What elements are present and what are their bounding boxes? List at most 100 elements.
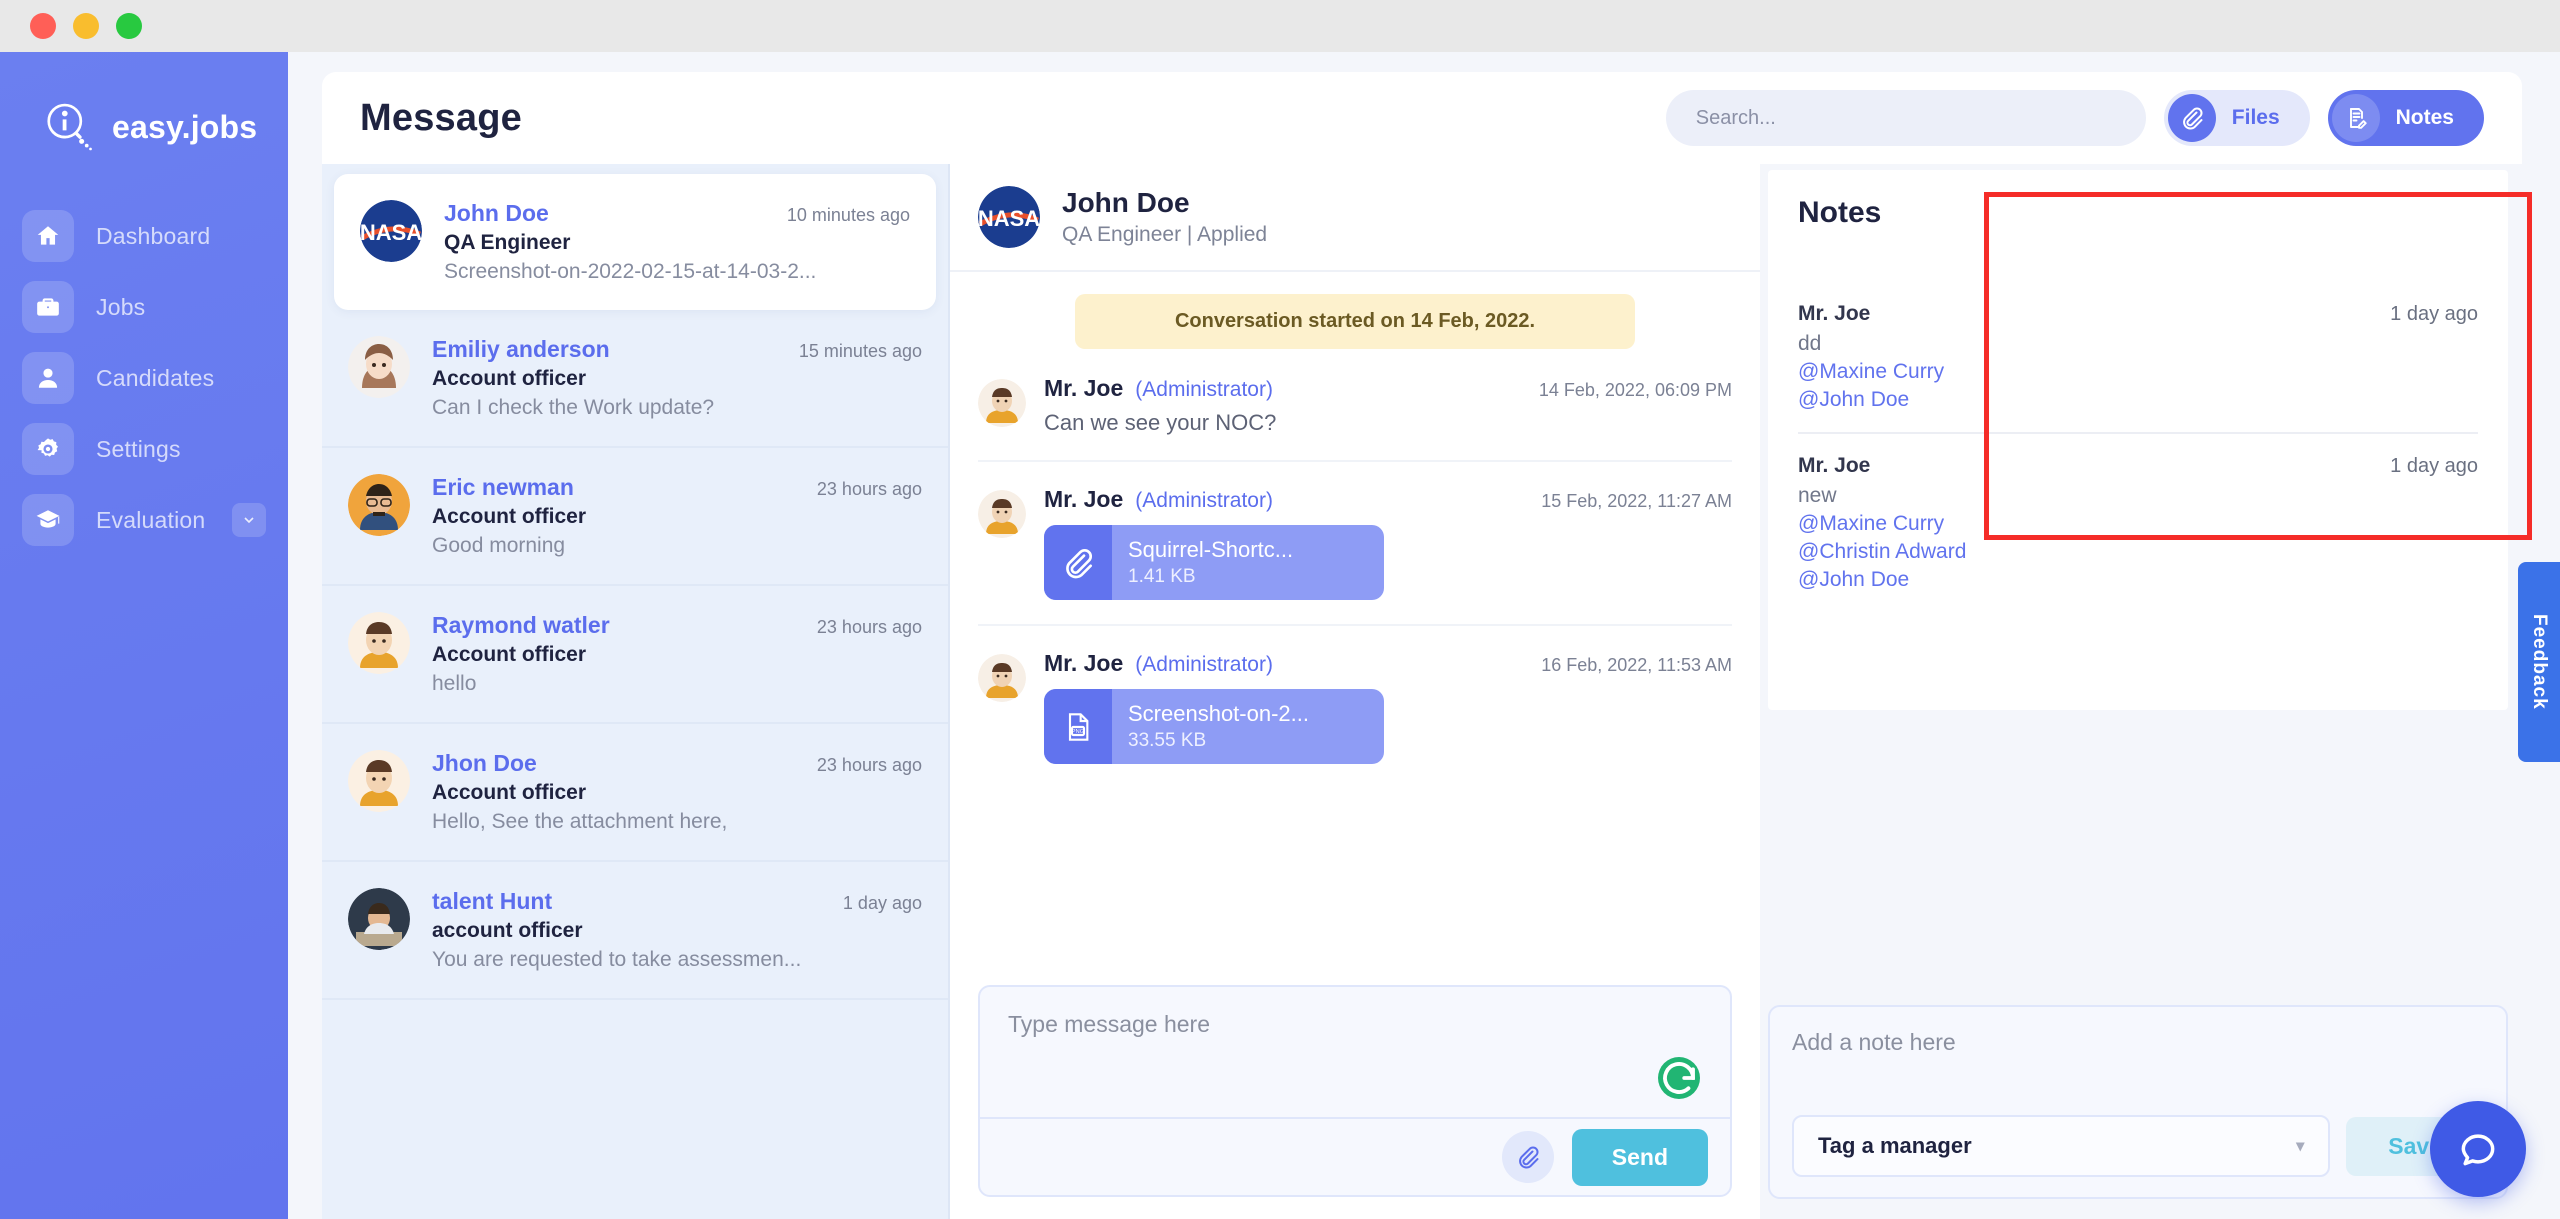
- sidebar-item-settings[interactable]: Settings: [0, 421, 288, 477]
- conversation-name: Emiliy anderson: [432, 336, 610, 362]
- conversation-item[interactable]: NASA John Doe 10 minutes ago QA Engineer…: [334, 174, 936, 310]
- avatar: NASA: [978, 186, 1040, 248]
- files-button[interactable]: Files: [2163, 90, 2310, 146]
- message-time: 14 Feb, 2022, 06:09 PM: [1538, 380, 1732, 400]
- message-top: Mr. Joe (Administrator) 15 Feb, 2022, 11…: [1044, 486, 1732, 513]
- messages-layout: NASA John Doe 10 minutes ago QA Engineer…: [322, 164, 2522, 1219]
- note-author: Mr. Joe: [1798, 454, 1871, 477]
- conversation-time: 23 hours ago: [816, 617, 922, 637]
- message-text: Can we see your NOC?: [1044, 410, 1277, 435]
- note-mention[interactable]: @John Doe: [1798, 568, 2478, 592]
- message-input[interactable]: Type message here: [980, 987, 1730, 1117]
- note-top: Mr. Joe 1 day ago: [1798, 302, 2478, 326]
- conversation-name: Jhon Doe: [432, 750, 537, 776]
- attachment-card[interactable]: Squirrel-Shortc... 1.41 KB: [1044, 525, 1384, 600]
- message-time: 16 Feb, 2022, 11:53 AM: [1541, 655, 1732, 675]
- search-input[interactable]: Search...: [1665, 90, 2146, 146]
- sidebar-item-label: Jobs: [96, 293, 146, 320]
- conversation-name: John Doe: [444, 200, 549, 226]
- conversation-body: John Doe 10 minutes ago QA Engineer Scre…: [444, 200, 910, 284]
- message-item: Mr. Joe (Administrator) 14 Feb, 2022, 06…: [978, 375, 1732, 462]
- app-window: easy.jobs Dashboard Jobs Candidates Sett…: [0, 0, 2560, 1219]
- conversation-item[interactable]: Raymond watler 23 hours ago Account offi…: [322, 586, 948, 724]
- paperclip-icon: [1044, 525, 1112, 600]
- note-mention[interactable]: @John Doe: [1798, 388, 2478, 412]
- conversation-role: account officer: [432, 919, 583, 942]
- conversation-item[interactable]: Jhon Doe 23 hours ago Account officer He…: [322, 724, 948, 862]
- gear-icon: [22, 423, 74, 475]
- conversation-role: Account officer: [432, 505, 587, 528]
- message-list: Conversation started on 14 Feb, 2022. Mr…: [950, 272, 1760, 985]
- conversation-top: Raymond watler 23 hours ago: [432, 612, 922, 639]
- message-body: Mr. Joe (Administrator) 14 Feb, 2022, 06…: [1044, 375, 1732, 436]
- avatar: [978, 490, 1026, 538]
- note-time: 1 day ago: [2390, 455, 2478, 477]
- tag-manager-select[interactable]: Tag a manager ▾: [1792, 1115, 2331, 1177]
- message-composer: Type message here Send: [978, 985, 1732, 1197]
- conversation-body: Emiliy anderson 15 minutes ago Account o…: [432, 336, 922, 420]
- conversation-time: 23 hours ago: [816, 755, 922, 775]
- graduation-cap-icon: [22, 494, 74, 546]
- conversation-body: Eric newman 23 hours ago Account officer…: [432, 474, 922, 558]
- note-mention[interactable]: @Christin Adward: [1798, 540, 2478, 564]
- conversation-top: Jhon Doe 23 hours ago: [432, 750, 922, 777]
- note-author: Mr. Joe: [1798, 302, 1871, 325]
- notes-label: Notes: [2395, 106, 2454, 129]
- note-input[interactable]: Add a note here: [1792, 1029, 2484, 1056]
- sidebar-item-evaluation[interactable]: Evaluation: [0, 492, 288, 548]
- message-author: Mr. Joe: [1044, 486, 1124, 512]
- conversation-top: talent Hunt 1 day ago: [432, 888, 922, 915]
- conversation-item[interactable]: Emiliy anderson 15 minutes ago Account o…: [322, 310, 948, 448]
- conversation-top: Eric newman 23 hours ago: [432, 474, 922, 501]
- sidebar-nav: Dashboard Jobs Candidates Settings Evalu…: [0, 208, 288, 548]
- conversation-name: talent Hunt: [432, 888, 553, 914]
- attach-file-button[interactable]: [1501, 1131, 1554, 1183]
- message-role: (Administrator): [1135, 378, 1273, 401]
- conversation-list[interactable]: NASA John Doe 10 minutes ago QA Engineer…: [322, 164, 950, 1219]
- note-mention[interactable]: @Maxine Curry: [1798, 360, 2478, 384]
- message-role: (Administrator): [1135, 653, 1273, 676]
- minimize-window-button[interactable]: [73, 13, 99, 39]
- send-button[interactable]: Send: [1571, 1128, 1708, 1186]
- attachment-card[interactable]: PNG Screenshot-on-2... 33.55 KB: [1044, 689, 1384, 764]
- attachment-size: 33.55 KB: [1128, 730, 1207, 751]
- conversation-body: talent Hunt 1 day ago account officer Yo…: [432, 888, 922, 972]
- conversation-item[interactable]: Eric newman 23 hours ago Account officer…: [322, 448, 948, 586]
- attachment-size: 1.41 KB: [1128, 566, 1196, 587]
- window-titlebar: [0, 0, 2560, 52]
- sidebar-item-label: Dashboard: [96, 222, 211, 249]
- feedback-tab[interactable]: Feedback: [2518, 562, 2560, 762]
- attachment-name: Squirrel-Shortc...: [1128, 537, 1294, 562]
- composer-toolbar: Send: [980, 1117, 1730, 1195]
- attachment-meta: Screenshot-on-2... 33.55 KB: [1112, 689, 1325, 764]
- note-mention[interactable]: @Maxine Curry: [1798, 512, 2478, 536]
- conversation-role: Account officer: [432, 781, 587, 804]
- page-title: Message: [360, 96, 522, 139]
- note-edit-icon: [2331, 94, 2380, 142]
- chat-support-button[interactable]: [2430, 1101, 2526, 1197]
- avatar: [348, 336, 410, 398]
- chevron-down-icon[interactable]: [232, 503, 266, 537]
- conversation-preview: hello: [432, 672, 477, 695]
- avatar: [978, 654, 1026, 702]
- chat-bubble-icon: [2461, 1134, 2495, 1166]
- conversation-top: Emiliy anderson 15 minutes ago: [432, 336, 922, 363]
- sidebar-item-dashboard[interactable]: Dashboard: [0, 208, 288, 264]
- brand[interactable]: easy.jobs: [0, 52, 288, 154]
- notes-button[interactable]: Notes: [2327, 90, 2484, 146]
- message-item: Mr. Joe (Administrator) 15 Feb, 2022, 11…: [978, 486, 1732, 626]
- conversation-time: 15 minutes ago: [798, 341, 922, 361]
- grammarly-icon[interactable]: [1658, 1057, 1700, 1099]
- close-window-button[interactable]: [30, 13, 56, 39]
- tag-manager-value: Tag a manager: [1818, 1133, 1972, 1158]
- easyjobs-logo-icon: [47, 103, 92, 151]
- sidebar-item-jobs[interactable]: Jobs: [0, 279, 288, 335]
- note-composer-toolbar: Tag a manager ▾ Save: [1792, 1115, 2484, 1177]
- conversation-role: Account officer: [432, 643, 587, 666]
- message-input-placeholder: Type message here: [1008, 1011, 1211, 1037]
- attachment-name: Screenshot-on-2...: [1128, 701, 1309, 726]
- sidebar-item-candidates[interactable]: Candidates: [0, 350, 288, 406]
- maximize-window-button[interactable]: [116, 13, 142, 39]
- conversation-preview: Screenshot-on-2022-02-15-at-14-03-2...: [444, 260, 817, 283]
- conversation-item[interactable]: talent Hunt 1 day ago account officer Yo…: [322, 862, 948, 1000]
